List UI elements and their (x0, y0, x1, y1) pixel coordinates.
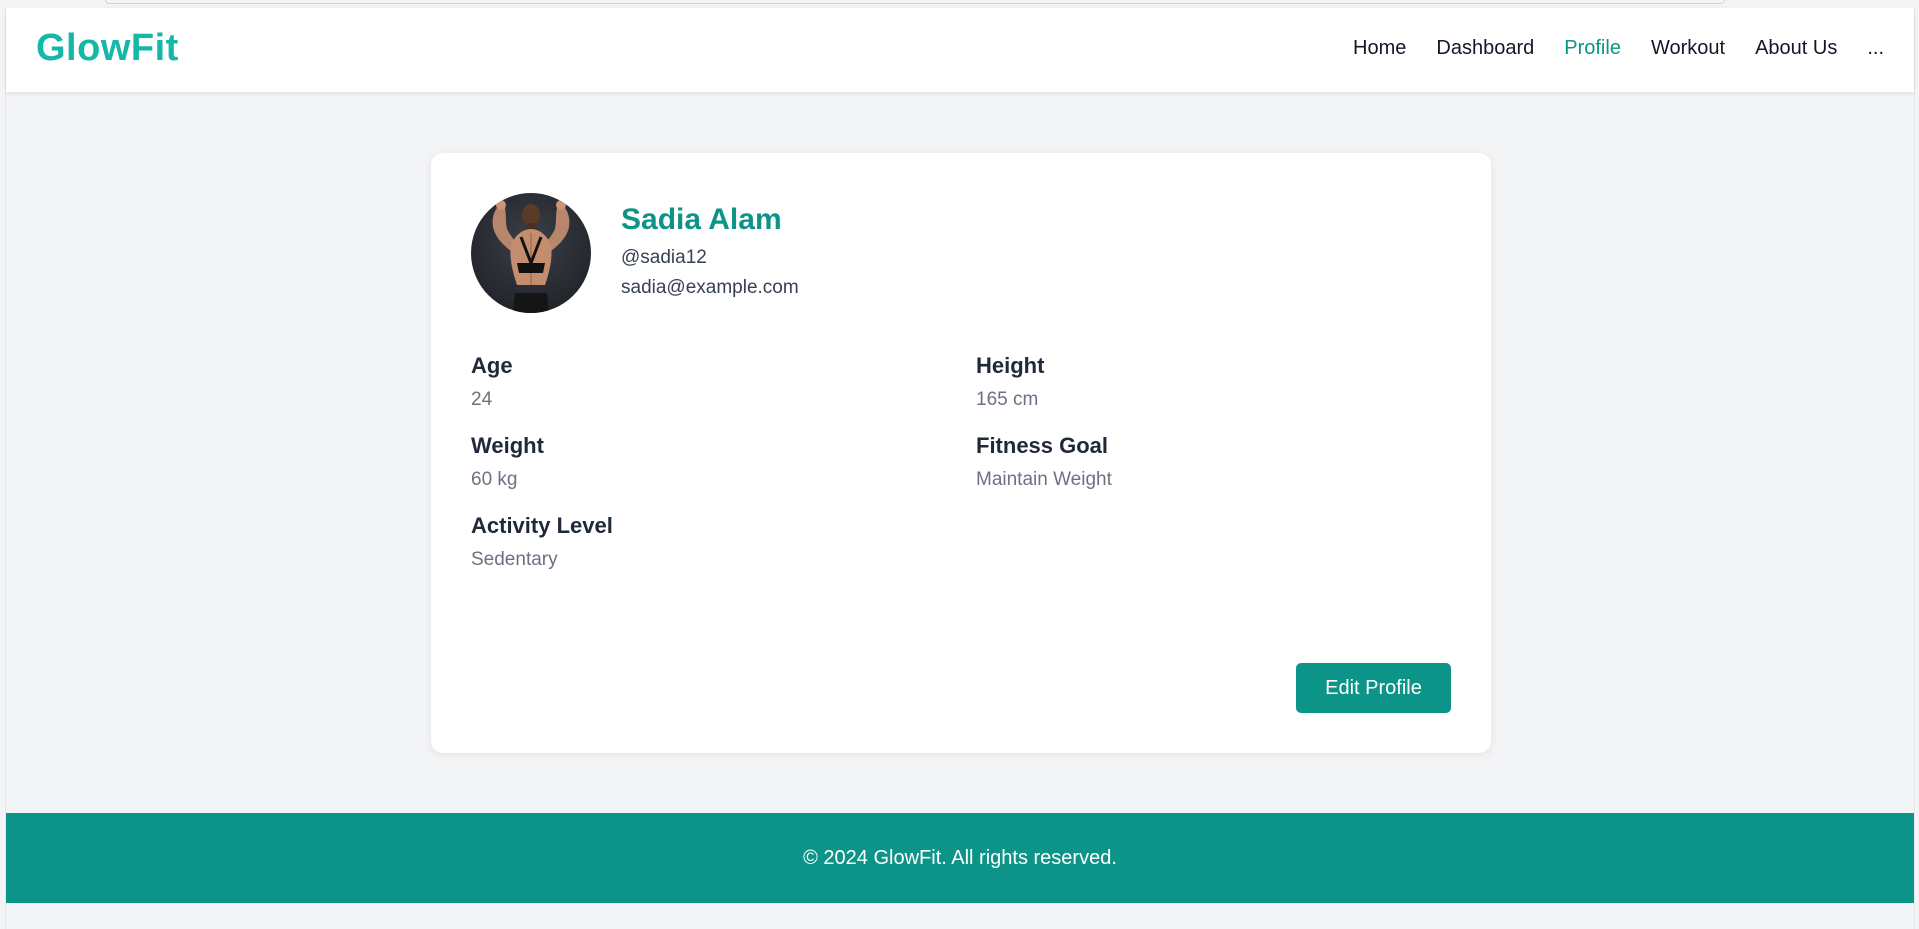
profile-fields: Age 24 Height 165 cm Weight 60 kg Fitnes… (471, 353, 1481, 571)
footer-copyright: © 2024 GlowFit. All rights reserved. (803, 846, 1117, 869)
edit-profile-button[interactable]: Edit Profile (1296, 663, 1451, 713)
field-fitness-goal: Fitness Goal Maintain Weight (976, 433, 1481, 491)
page-frame: GlowFit Home Dashboard Profile Workout A… (5, 8, 1915, 929)
nav-more[interactable]: ... (1867, 37, 1884, 60)
field-weight: Weight 60 kg (471, 433, 976, 491)
field-label: Fitness Goal (976, 433, 1109, 458)
field-height: Height 165 cm (976, 353, 1481, 411)
field-label: Height (976, 353, 1045, 378)
field-label: Weight (471, 433, 544, 458)
profile-name: Sadia Alam (621, 203, 782, 236)
field-label: Activity Level (471, 513, 613, 538)
field-value: 24 (471, 389, 493, 410)
main-nav: Home Dashboard Profile Workout About Us … (1353, 37, 1884, 60)
footer: © 2024 GlowFit. All rights reserved. (6, 813, 1914, 903)
field-value: Maintain Weight (976, 469, 1112, 490)
field-label: Age (471, 353, 513, 378)
profile-username: @sadia12 (621, 247, 707, 268)
field-value: 165 cm (976, 389, 1039, 410)
nav-profile[interactable]: Profile (1564, 37, 1621, 60)
profile-card: Sadia Alam @sadia12 sadia@example.com Ag… (431, 153, 1491, 753)
nav-about-us[interactable]: About Us (1755, 37, 1837, 60)
profile-email: sadia@example.com (621, 277, 799, 298)
window-top-edge (105, 0, 1725, 4)
navbar: GlowFit Home Dashboard Profile Workout A… (6, 8, 1914, 92)
nav-dashboard[interactable]: Dashboard (1436, 37, 1534, 60)
nav-workout[interactable]: Workout (1651, 37, 1725, 60)
identity-block: Sadia Alam @sadia12 sadia@example.com (621, 203, 799, 303)
logo[interactable]: GlowFit (36, 27, 179, 70)
profile-header: Sadia Alam @sadia12 sadia@example.com (471, 193, 799, 313)
field-value: Sedentary (471, 549, 558, 570)
nav-home[interactable]: Home (1353, 37, 1406, 60)
avatar-photo-icon (492, 200, 570, 313)
avatar (471, 193, 591, 313)
field-value: 60 kg (471, 469, 518, 490)
field-activity-level: Activity Level Sedentary (471, 513, 976, 571)
field-age: Age 24 (471, 353, 976, 411)
